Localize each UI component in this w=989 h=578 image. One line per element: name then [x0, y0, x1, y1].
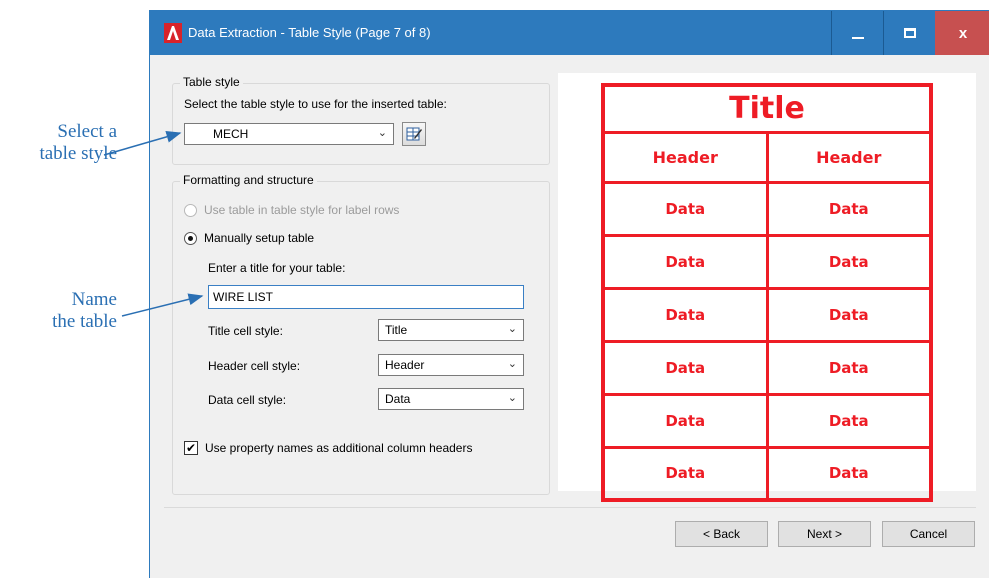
- label-rows-radio[interactable]: [184, 204, 197, 217]
- preview-table: Title Header Header Data Data Data Data Dat…: [601, 83, 933, 502]
- footer-divider: [164, 507, 976, 508]
- table-style-prompt: Select the table style to use for the in…: [184, 97, 447, 111]
- property-names-checkbox-label: Use property names as additional column …: [205, 441, 473, 455]
- table-title-input[interactable]: [209, 286, 523, 308]
- preview-data-cell: Data: [765, 339, 933, 396]
- data-extraction-dialog: Data Extraction - Table Style (Page 7 of…: [149, 10, 989, 578]
- radio-selected-dot: [188, 236, 193, 241]
- autocad-logo-icon: [164, 23, 182, 43]
- chevron-down-icon: ⌄: [377, 127, 387, 139]
- table-title-field[interactable]: [208, 285, 524, 309]
- preview-data-cell: Data: [765, 392, 933, 449]
- back-button[interactable]: < Back: [675, 521, 768, 547]
- preview-data-cell: Data: [765, 286, 933, 343]
- cancel-button[interactable]: Cancel: [882, 521, 975, 547]
- title-cell-style-value: Title: [385, 323, 408, 337]
- preview-data-cell: Data: [601, 445, 769, 502]
- header-cell-style-select[interactable]: Header ⌄: [378, 354, 524, 376]
- preview-header-cell: Header: [601, 130, 769, 184]
- preview-data-cell: Data: [601, 339, 769, 396]
- preview-data-cell: Data: [601, 392, 769, 449]
- minimize-button[interactable]: [831, 11, 883, 55]
- preview-data-cell: Data: [601, 286, 769, 343]
- edit-table-style-button[interactable]: [402, 122, 426, 146]
- manual-setup-radio-label: Manually setup table: [204, 231, 315, 245]
- manual-setup-radio[interactable]: [184, 232, 197, 245]
- window-title: Data Extraction - Table Style (Page 7 of…: [188, 25, 431, 40]
- preview-data-cell: Data: [765, 180, 933, 237]
- next-button[interactable]: Next >: [778, 521, 871, 547]
- annotation-line: table style: [39, 143, 117, 164]
- preview-data-cell: Data: [601, 233, 769, 290]
- title-cell-style-select[interactable]: Title ⌄: [378, 319, 524, 341]
- property-names-checkbox[interactable]: ✔: [184, 441, 198, 455]
- title-prompt: Enter a title for your table:: [208, 261, 346, 275]
- table-style-edit-icon: [406, 127, 422, 141]
- header-cell-style-label: Header cell style:: [208, 359, 301, 373]
- data-cell-style-value: Data: [385, 392, 411, 406]
- label-rows-radio-label: Use table in table style for label rows: [204, 203, 400, 217]
- preview-header-cell: Header: [765, 130, 933, 184]
- title-bar[interactable]: Data Extraction - Table Style (Page 7 of…: [150, 11, 989, 55]
- table-style-value: MECH: [213, 127, 249, 141]
- preview-data-cell: Data: [601, 180, 769, 237]
- title-cell-style-label: Title cell style:: [208, 324, 283, 338]
- annotation-name-table: Name the table: [4, 289, 117, 333]
- table-style-group-title: Table style: [180, 75, 243, 89]
- formatting-group-title: Formatting and structure: [180, 173, 317, 187]
- table-style-select[interactable]: MECH ⌄: [184, 123, 394, 145]
- checkmark-icon: ✔: [185, 441, 197, 455]
- header-cell-style-value: Header: [385, 358, 425, 372]
- data-cell-style-select[interactable]: Data ⌄: [378, 388, 524, 410]
- preview-data-cell: Data: [765, 445, 933, 502]
- chevron-down-icon: ⌄: [507, 323, 517, 335]
- maximize-button[interactable]: [883, 11, 935, 55]
- maximize-icon: [903, 28, 916, 38]
- minimize-icon: [851, 37, 864, 39]
- annotation-line: Name: [71, 289, 117, 310]
- close-button[interactable]: x: [935, 11, 989, 55]
- data-cell-style-label: Data cell style:: [208, 393, 287, 407]
- close-icon: x: [958, 24, 968, 42]
- annotation-line: the table: [52, 311, 117, 332]
- chevron-down-icon: ⌄: [507, 358, 517, 370]
- table-preview: Title Header Header Data Data Data Data Dat…: [558, 73, 976, 502]
- preview-title-cell: Title: [601, 83, 933, 134]
- preview-data-cell: Data: [765, 233, 933, 290]
- annotation-line: Select a: [57, 121, 117, 142]
- annotation-select-style: Select a table style: [4, 121, 117, 165]
- chevron-down-icon: ⌄: [507, 392, 517, 404]
